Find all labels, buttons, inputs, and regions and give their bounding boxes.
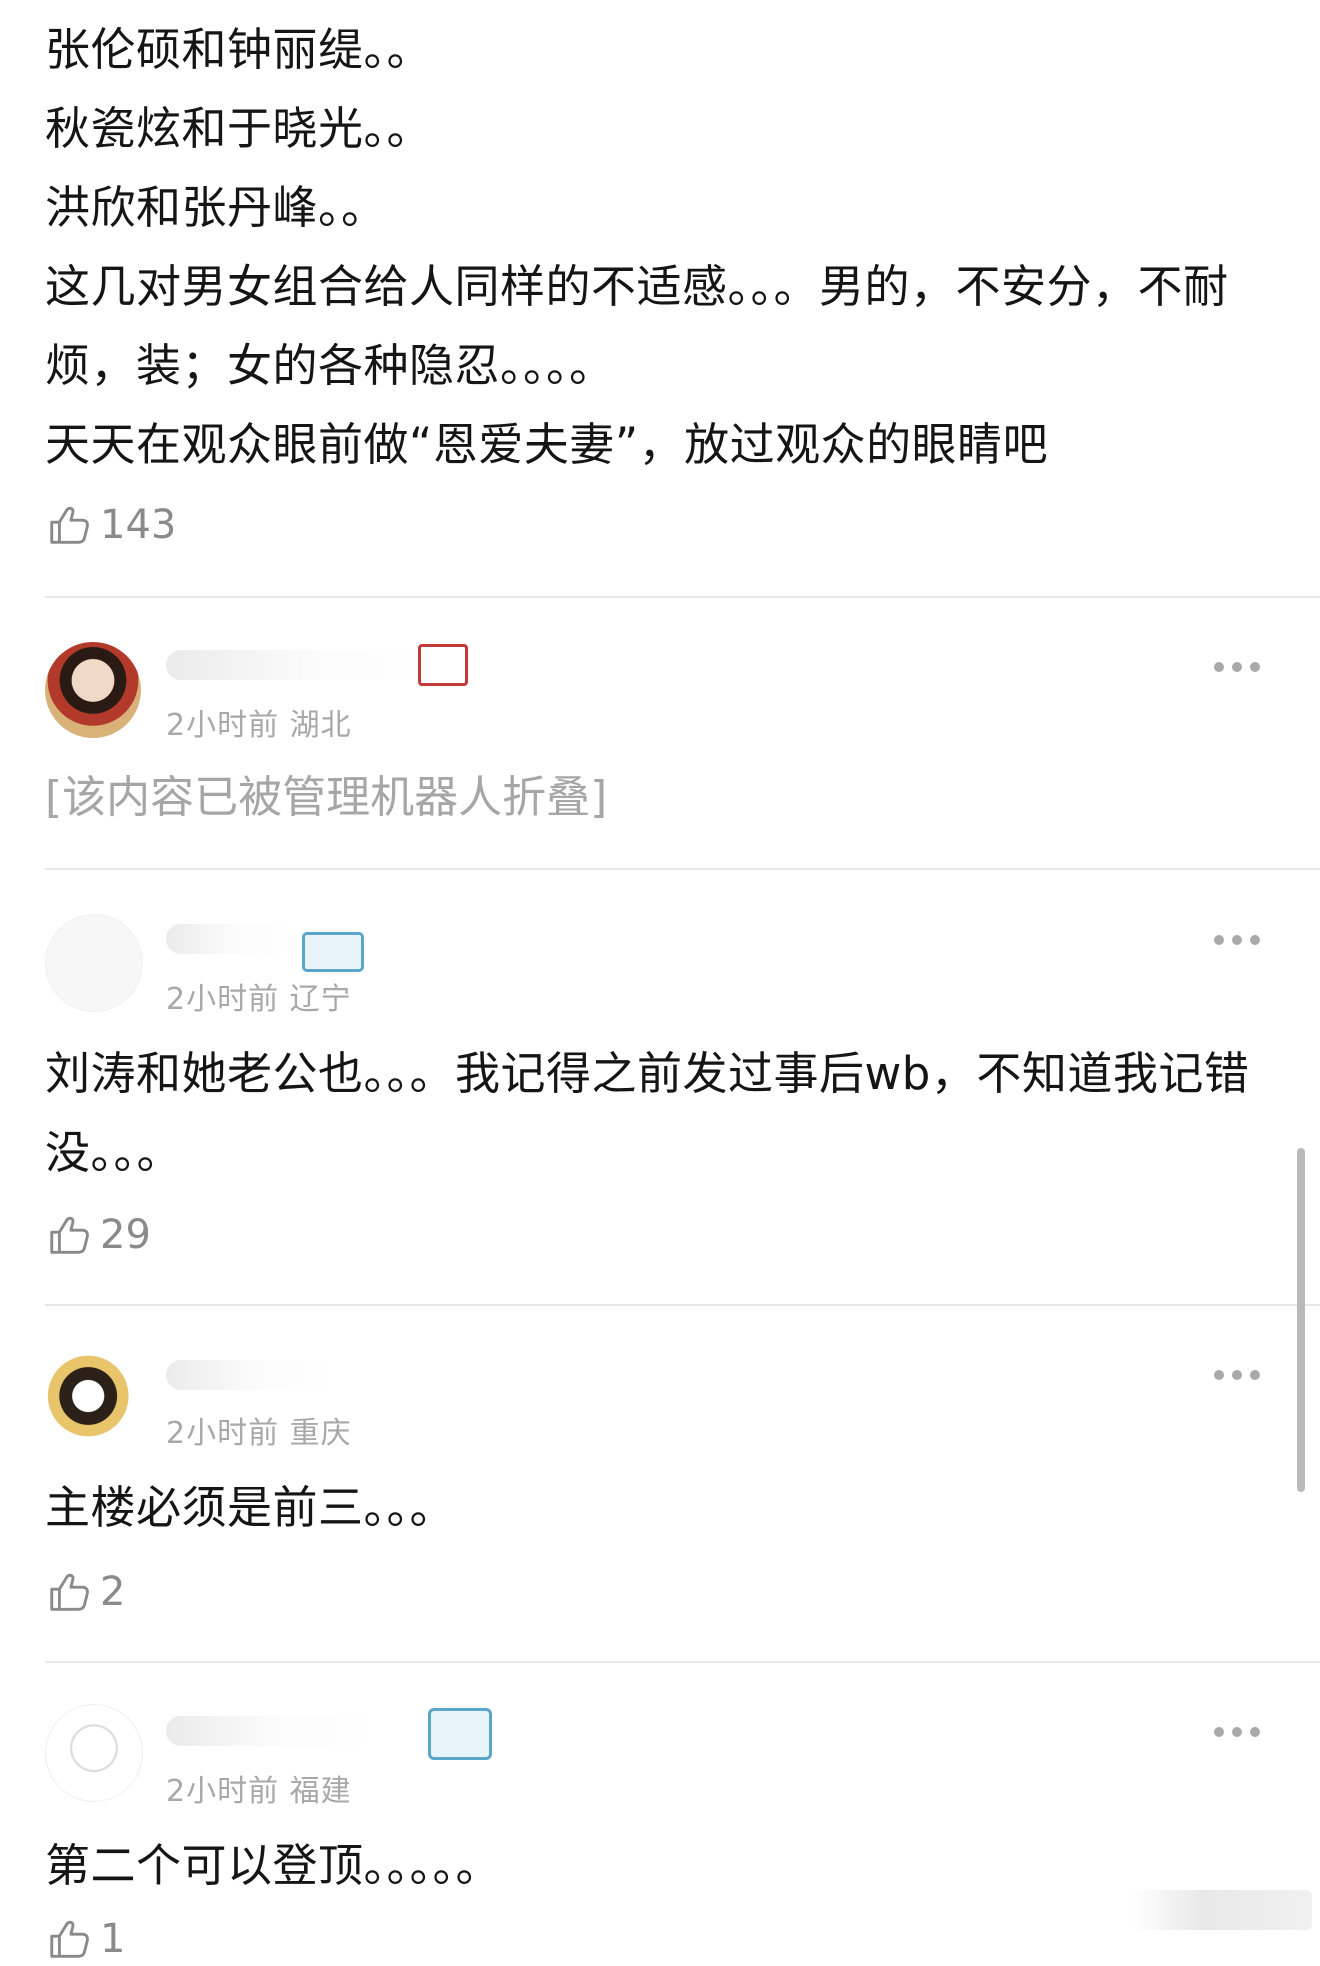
comment-text: 主楼必须是前三。。。 — [45, 1481, 456, 1534]
more-dots-icon[interactable] — [1214, 1726, 1260, 1738]
like-count: 29 — [100, 1212, 151, 1258]
username-obscured[interactable] — [166, 1360, 336, 1390]
scrollbar[interactable] — [1297, 1148, 1305, 1492]
like-count: 143 — [100, 502, 177, 548]
avatar[interactable] — [45, 1348, 141, 1444]
id-card-badge-icon — [302, 932, 364, 972]
thumbs-up-icon — [50, 1920, 89, 1958]
comment-text: 刘涛和她老公也。。。我记得之前发过事后wb，不知道我记错没。。。 — [45, 1047, 1250, 1179]
username-obscured[interactable] — [166, 924, 296, 954]
thumbs-up-icon — [50, 506, 89, 544]
like-button[interactable]: 2 — [46, 1565, 125, 1619]
like-button[interactable]: 29 — [46, 1208, 151, 1262]
comment-meta: 2小时前 重庆 — [166, 1416, 352, 1451]
avatar[interactable] — [45, 1704, 143, 1802]
comment-list: 张伦硕和钟丽缇。。 秋瓷炫和于晓光。。 洪欣和张丹峰。。 这几对男女组合给人同样… — [0, 0, 1320, 1962]
divider — [45, 1661, 1320, 1663]
comment-meta: 2小时前 福建 — [166, 1774, 352, 1809]
id-card-badge-icon — [428, 1708, 492, 1760]
divider — [45, 1304, 1320, 1306]
more-dots-icon[interactable] — [1214, 1369, 1260, 1381]
avatar[interactable] — [45, 642, 141, 738]
user-badge-icon — [418, 644, 468, 686]
thumbs-up-icon — [50, 1573, 89, 1611]
more-dots-icon[interactable] — [1214, 661, 1260, 673]
watermark — [1132, 1890, 1312, 1930]
more-dots-icon[interactable] — [1214, 934, 1260, 946]
comment-text: 张伦硕和钟丽缇。。 秋瓷炫和于晓光。。 洪欣和张丹峰。。 这几对男女组合给人同样… — [45, 23, 1229, 471]
username-obscured[interactable] — [166, 1716, 376, 1746]
comment-meta: 2小时前 湖北 — [166, 708, 352, 743]
comment-text: 第二个可以登顶。。。。。 — [45, 1839, 502, 1892]
folded-notice: [该内容已被管理机器人折叠] — [45, 772, 608, 823]
like-button[interactable]: 143 — [46, 498, 176, 552]
divider — [45, 596, 1320, 598]
username-obscured[interactable] — [166, 650, 446, 680]
divider — [45, 868, 1320, 870]
thumbs-up-icon — [50, 1216, 89, 1254]
comment-meta: 2小时前 辽宁 — [166, 982, 352, 1017]
like-button[interactable]: 1 — [46, 1912, 125, 1966]
avatar[interactable] — [45, 914, 143, 1012]
like-count: 1 — [100, 1916, 126, 1962]
like-count: 2 — [100, 1569, 126, 1615]
